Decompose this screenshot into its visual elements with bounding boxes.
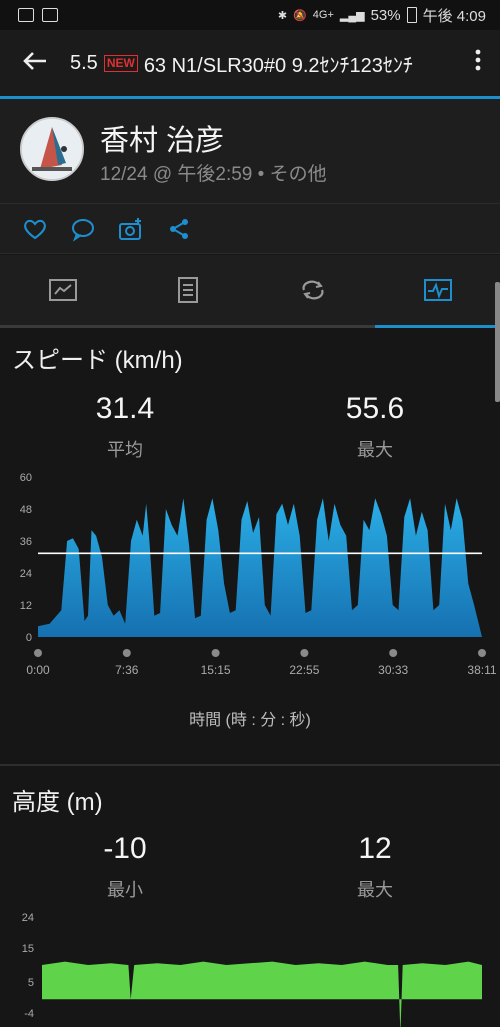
network-label: 4G+	[312, 9, 334, 21]
tab-summary[interactable]	[0, 255, 125, 325]
avg-speed-label: 平均	[107, 440, 143, 460]
x-tick-dot	[122, 649, 131, 657]
max-altitude-label: 最大	[357, 880, 393, 900]
x-tick-dot	[300, 649, 309, 657]
altitude-area-series	[42, 961, 482, 1027]
y-tick-label: 24	[22, 912, 34, 924]
max-altitude-value: 12	[358, 832, 392, 865]
gallery-icon	[18, 8, 34, 22]
tab-laps[interactable]	[250, 255, 375, 325]
max-speed-label: 最大	[357, 440, 393, 460]
activity-title: 5.5 NEW 63 N1/SLR30#0 9.2ｾﾝﾁ123ｾﾝﾁ	[70, 49, 456, 78]
y-tick-label: 36	[20, 536, 32, 548]
y-tick-label: 15	[22, 943, 34, 955]
action-row	[0, 204, 500, 254]
x-tick-label: 15:15	[201, 663, 231, 677]
x-tick-label: 7:36	[115, 663, 139, 677]
avatar-windsurf-image	[22, 119, 82, 179]
tab-details[interactable]	[125, 255, 250, 325]
battery-icon	[406, 7, 417, 23]
back-arrow-icon[interactable]	[0, 46, 70, 80]
x-tick-dot	[34, 649, 42, 657]
app-bar: 5.5 NEW 63 N1/SLR30#0 9.2ｾﾝﾁ123ｾﾝﾁ	[0, 30, 500, 99]
x-tick-dot	[211, 649, 220, 657]
speed-area-series	[38, 498, 482, 637]
y-tick-label: 48	[20, 504, 32, 516]
y-tick-label: 5	[28, 977, 34, 989]
min-altitude-label: 最小	[107, 880, 143, 900]
clock-time: 午後 4:09	[422, 7, 486, 25]
speed-section-title: スピード (km/h)	[12, 347, 183, 374]
title-prefix: 5.5	[70, 51, 98, 74]
activity-meta: 12/24 @ 午後2:59 • その他	[100, 164, 327, 185]
mute-icon: 🔕	[293, 9, 307, 22]
x-tick-label: 22:55	[289, 663, 319, 677]
altitude-chart: -4 5 15 24	[22, 912, 482, 1027]
title-suffix: 63 N1/SLR30#0 9.2ｾﾝﾁ123ｾﾝﾁ	[143, 54, 413, 77]
y-tick-label: -4	[24, 1008, 34, 1020]
y-tick-label: 24	[20, 568, 32, 580]
comment-icon[interactable]	[70, 216, 96, 242]
altitude-section-title: 高度 (m)	[12, 789, 103, 816]
x-tick-label: 38:11	[467, 663, 496, 677]
add-photo-icon[interactable]	[118, 216, 144, 242]
activity-header: 香村 治彦 12/24 @ 午後2:59 • その他	[0, 99, 500, 204]
share-icon[interactable]	[166, 216, 192, 242]
y-tick-label: 0	[26, 632, 32, 644]
summary-chart-icon	[48, 279, 77, 301]
x-tick-label: 30:33	[378, 663, 408, 677]
speed-chart: 0 12 24 36 48 60 0:00 7:36 15:15 22:55 30:33 38:11	[20, 472, 497, 677]
min-altitude-value: -10	[103, 832, 147, 865]
document-list-icon	[177, 277, 198, 303]
charts-pulse-icon	[423, 279, 452, 301]
status-bar: ✱ 🔕 4G+ ▂▄▆ 53% 午後 4:09	[0, 0, 500, 30]
bluetooth-icon: ✱	[277, 9, 288, 22]
avatar[interactable]	[20, 117, 84, 181]
max-speed-value: 55.6	[345, 392, 405, 425]
detail-tabs	[0, 255, 500, 328]
section-divider	[0, 764, 500, 766]
x-tick-dot	[478, 649, 486, 657]
tab-charts[interactable]	[375, 255, 500, 328]
signal-icon: ▂▄▆	[339, 9, 365, 22]
athlete-name[interactable]: 香村 治彦	[100, 117, 224, 159]
x-tick-dot	[389, 649, 398, 657]
more-options-icon[interactable]	[456, 49, 500, 77]
x-tick-label: 0:00	[26, 663, 50, 677]
sim-icon	[42, 8, 58, 22]
avg-speed-value: 31.4	[95, 392, 155, 425]
like-heart-icon[interactable]	[22, 216, 48, 242]
scrollbar-thumb[interactable]	[495, 282, 500, 402]
y-tick-label: 12	[20, 600, 32, 612]
y-tick-label: 60	[20, 472, 32, 484]
battery-percent: 53%	[370, 6, 401, 24]
time-axis-title: 時間 (時 : 分 : 秒)	[189, 712, 311, 729]
laps-loop-icon	[301, 280, 324, 300]
new-badge: NEW	[103, 54, 138, 72]
